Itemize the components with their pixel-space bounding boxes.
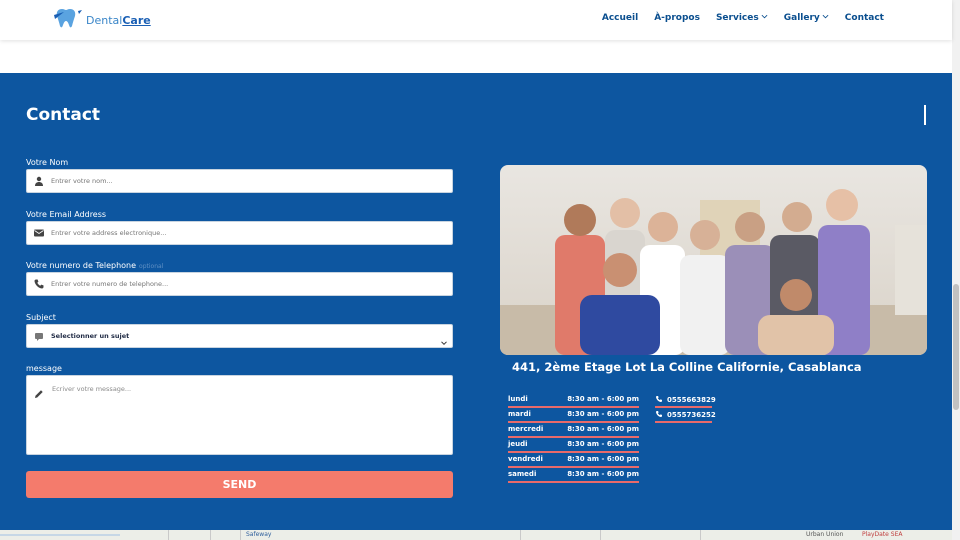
phone-input[interactable] [51,280,431,288]
page-scrollbar[interactable] [952,0,960,540]
phone-link[interactable]: 0555736252 [655,408,716,423]
hours-row: mardi 8:30 am - 6:00 pm [508,408,639,423]
map-street [600,530,601,540]
nav-accueil[interactable]: Accueil [602,13,638,23]
phone-numbers: 0555663829 0555736252 [655,393,716,423]
name-field-wrapper [26,169,453,193]
location-map[interactable]: Safeway Urban Union PlayDate SEA [0,530,952,540]
brand-logo[interactable]: DentalCare [52,8,151,32]
phone-icon [33,278,45,290]
hours-row: mercredi 8:30 am - 6:00 pm [508,423,639,438]
map-road [0,534,120,536]
chevron-down-icon [440,332,448,346]
subject-select[interactable]: Selectionner un sujet [26,324,453,348]
map-street [700,530,701,540]
message-textarea[interactable]: Ecriver votre message... [26,375,453,455]
person-icon [33,175,45,187]
phone-field-wrapper [26,272,453,296]
contact-section: Contact Votre Nom Votre Email Address Vo… [0,73,952,530]
brand-name: DentalCare [86,13,151,27]
nav-contact[interactable]: Contact [845,13,884,23]
map-label-safeway: Safeway [246,531,272,538]
name-input[interactable] [51,177,431,185]
email-field-wrapper [26,221,453,245]
scrollbar-thumb[interactable] [953,284,959,410]
message-placeholder: Ecriver votre message... [52,385,132,393]
site-header: DentalCare Accueil À-propos Services Gal… [0,0,952,40]
map-label-playdate: PlayDate SEA [862,531,903,538]
nav-gallery[interactable]: Gallery [784,13,829,23]
email-label: Votre Email Address [26,210,107,219]
email-input[interactable] [51,229,431,237]
hours-row: jeudi 8:30 am - 6:00 pm [508,438,639,453]
name-label: Votre Nom [26,158,69,167]
optional-hint: optional [139,263,164,270]
phone-label: Votre numero de Telephone optional [26,261,164,270]
section-title: Contact [26,105,101,125]
send-button[interactable]: SEND [26,471,453,498]
opening-hours: lundi 8:30 am - 6:00 pm mardi 8:30 am - 6:… [508,393,639,483]
hours-row: lundi 8:30 am - 6:00 pm [508,393,639,408]
pencil-icon [33,385,45,398]
team-photo [500,165,927,355]
map-street [210,530,211,540]
phone-link[interactable]: 0555663829 [655,393,716,408]
main-nav: Accueil À-propos Services Gallery Contac… [602,13,884,23]
chevron-down-icon [761,13,768,23]
tooth-icon [52,6,84,34]
map-label-urban-union: Urban Union [806,531,844,538]
message-icon [33,330,45,342]
hours-row: vendredi 8:30 am - 6:00 pm [508,453,639,468]
map-street [168,530,169,540]
nav-a-propos[interactable]: À-propos [654,13,700,23]
chevron-down-icon [822,13,829,23]
subject-label: Subject [26,313,56,322]
phone-icon [655,395,663,405]
subject-selected-value: Selectionner un sujet [51,332,130,340]
section-spacer [0,40,952,73]
hours-row: samedi 8:30 am - 6:00 pm [508,468,639,483]
nav-services[interactable]: Services [716,13,768,23]
map-street [240,530,241,540]
map-street [520,530,521,540]
divider [924,105,926,125]
message-label: message [26,364,62,373]
clinic-address: 441, 2ème Etage Lot La Colline Californi… [512,360,862,374]
mail-icon [33,227,45,239]
phone-icon [655,410,663,420]
